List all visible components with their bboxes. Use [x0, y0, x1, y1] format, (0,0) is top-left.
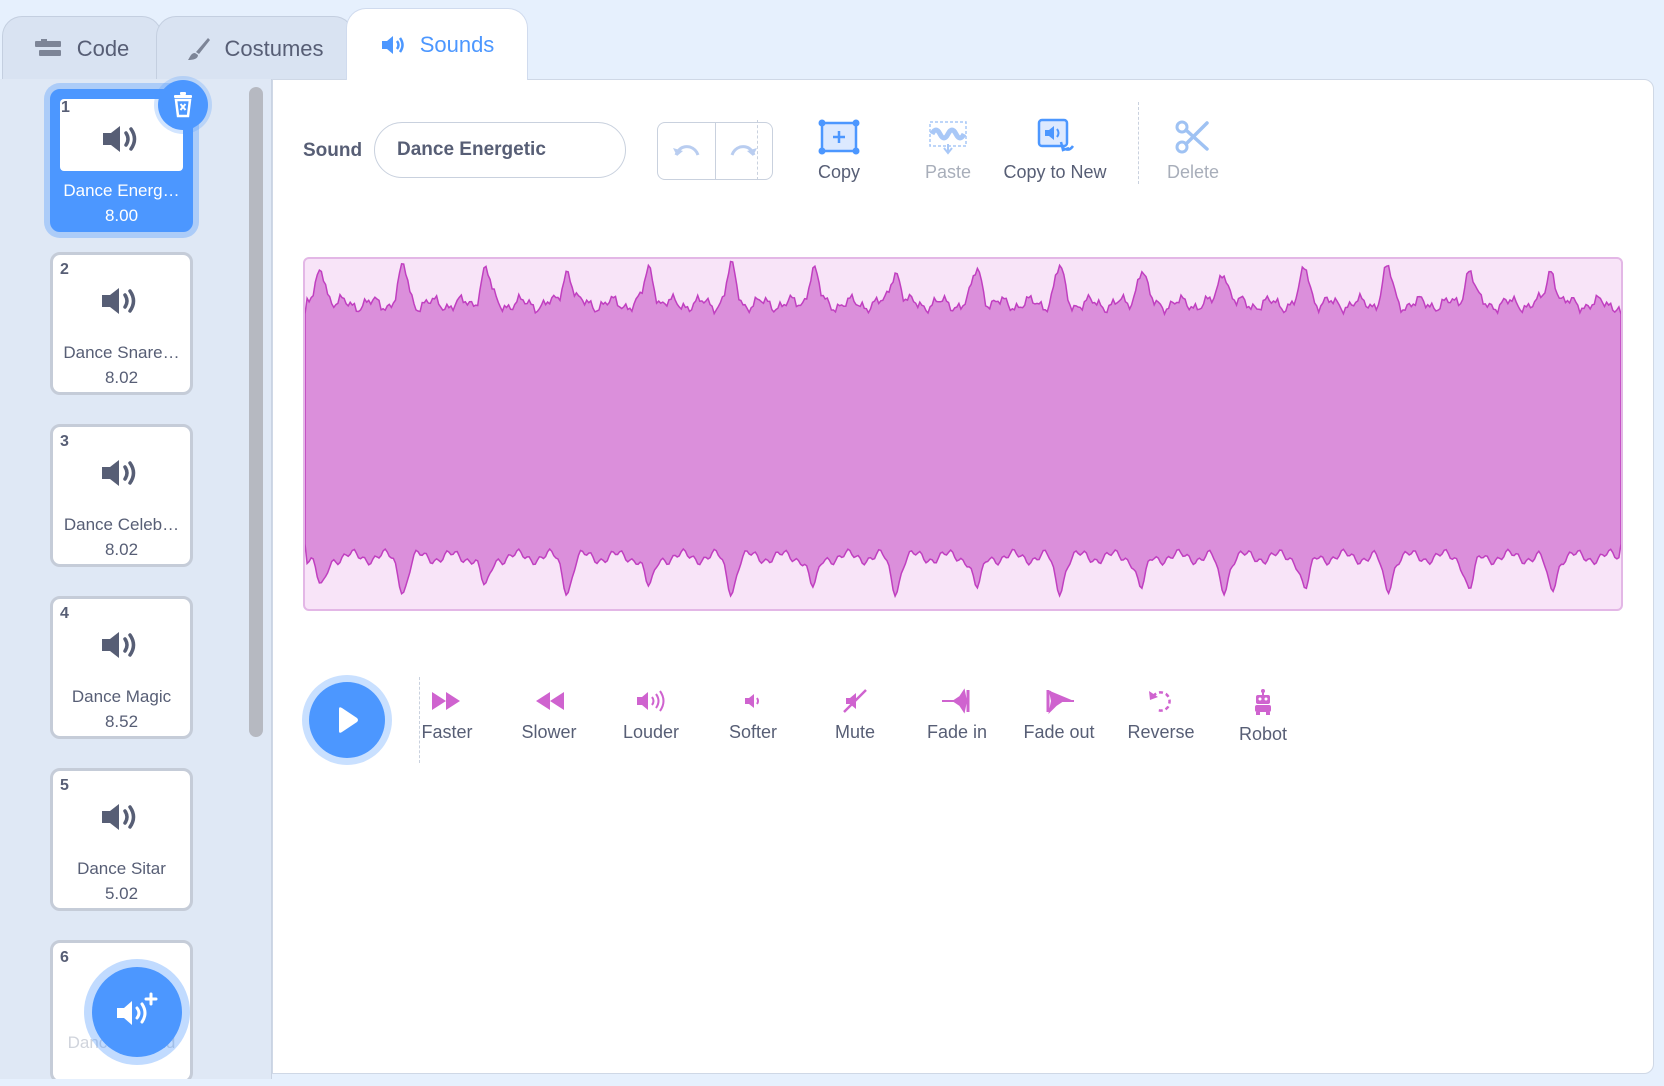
waveform-area[interactable]	[303, 257, 1623, 611]
sound-item[interactable]: 3 Dance Celeb… 8.02	[50, 424, 193, 567]
tab-costumes-label: Costumes	[224, 35, 324, 61]
sound-item-number: 2	[60, 261, 69, 278]
sound-item-number: 6	[60, 949, 69, 966]
sound-name-input[interactable]	[374, 122, 626, 178]
tab-code-label: Code	[76, 35, 130, 61]
effect-softer-button[interactable]: Softer	[703, 688, 803, 743]
tab-code[interactable]: Code	[2, 16, 162, 80]
sound-item-duration: 8.00	[104, 206, 139, 225]
undo-redo-group	[657, 122, 773, 180]
effect-reverse-label: Reverse	[1127, 722, 1195, 742]
sound-item-name: Dance Sitar	[77, 859, 166, 878]
effect-fade-out-button[interactable]: Fade out	[1009, 688, 1109, 743]
brush-icon	[188, 37, 211, 60]
add-sound-icon	[117, 992, 158, 1025]
sound-item-number: 1	[61, 99, 70, 116]
editor-tabs: Code Costumes Sounds	[0, 0, 1664, 80]
play-button[interactable]	[309, 682, 385, 758]
toolbar-divider	[757, 120, 758, 180]
redo-button[interactable]	[714, 123, 773, 179]
sound-item[interactable]: 5 Dance Sitar 5.02	[50, 768, 193, 911]
sound-item-duration: 8.02	[104, 540, 139, 559]
undo-icon	[673, 145, 700, 156]
sound-item[interactable]: 4 Dance Magic 8.52	[50, 596, 193, 739]
speaker-icon	[100, 457, 142, 494]
sound-editor: Sound Copy Paste	[272, 79, 1654, 1074]
tab-sounds[interactable]: Sounds	[346, 8, 528, 80]
undo-button[interactable]	[658, 123, 715, 179]
speaker-icon	[381, 35, 404, 54]
sound-list: 1 Dance Energ… 8.00 2 Dance Snare… 8.02 …	[0, 79, 272, 1079]
speaker-icon	[100, 629, 142, 666]
mute-icon	[843, 689, 867, 713]
effect-slower-button[interactable]: Slower	[499, 688, 599, 743]
rewind-icon	[536, 692, 564, 710]
delete-label: Delete	[1166, 162, 1220, 182]
copy-to-new-label: Copy to New	[1003, 162, 1107, 182]
fade-out-icon	[1046, 690, 1074, 714]
play-icon	[339, 707, 358, 733]
effect-louder-button[interactable]: Louder	[601, 688, 701, 743]
sound-item-duration: 5.02	[104, 884, 139, 903]
effect-softer-label: Softer	[728, 722, 778, 742]
tab-costumes[interactable]: Costumes	[156, 16, 354, 80]
waveform-path	[305, 260, 1621, 599]
sound-item-number: 4	[60, 605, 69, 622]
effect-faster-label: Faster	[421, 722, 473, 742]
sound-name-label: Sound	[303, 140, 363, 161]
paste-label: Paste	[924, 162, 972, 182]
effect-fade-in-button[interactable]: Fade in	[907, 688, 1007, 743]
speaker-icon	[100, 801, 142, 838]
sound-item-duration: 8.52	[104, 712, 139, 731]
add-sound-button[interactable]	[92, 967, 182, 1057]
sound-item-number: 5	[60, 777, 69, 794]
sound-list-scrollbar[interactable]	[249, 87, 263, 737]
effect-louder-label: Louder	[622, 722, 680, 742]
copy-to-new-button[interactable]: Copy to New	[980, 118, 1130, 183]
sound-item[interactable]: 2 Dance Snare… 8.02	[50, 252, 193, 395]
effect-reverse-button[interactable]: Reverse	[1111, 688, 1211, 743]
effect-faster-button[interactable]: Faster	[397, 688, 497, 743]
copy-label: Copy	[817, 162, 861, 182]
effect-fade-out-label: Fade out	[1023, 722, 1095, 742]
speaker-icon	[100, 285, 142, 322]
effect-robot-button[interactable]: Robot	[1213, 688, 1313, 745]
effect-mute-label: Mute	[834, 722, 876, 742]
sound-item-name: Dance Energ…	[63, 181, 180, 200]
copy-button[interactable]: Copy	[779, 118, 899, 183]
sound-item-name: Dance Celeb…	[63, 515, 180, 534]
effect-robot-label: Robot	[1238, 724, 1288, 744]
sound-item-name: Dance Snare…	[63, 343, 180, 362]
trash-icon	[174, 92, 192, 118]
fast-forward-icon	[432, 692, 460, 710]
sound-item-duration: 8.02	[104, 368, 139, 387]
reverse-icon	[1149, 691, 1171, 712]
sound-item-name: Dance Magic	[71, 687, 172, 706]
delete-sound-button[interactable]	[158, 80, 208, 130]
louder-icon	[637, 690, 665, 712]
copy-to-new-icon	[1037, 118, 1075, 152]
effect-slower-label: Slower	[521, 722, 577, 742]
copy-icon	[818, 119, 860, 155]
scissors-icon	[1175, 120, 1209, 154]
effect-fade-in-label: Fade in	[926, 722, 988, 742]
speaker-icon	[101, 123, 143, 160]
paste-icon	[929, 121, 967, 155]
softer-icon	[745, 694, 759, 708]
fade-in-icon	[942, 688, 970, 714]
delete-button[interactable]: Delete	[1133, 118, 1253, 183]
effect-mute-button[interactable]: Mute	[805, 688, 905, 743]
waveform[interactable]	[305, 259, 1621, 609]
tab-sounds-label: Sounds	[419, 31, 495, 57]
code-icon	[34, 38, 61, 56]
redo-icon	[730, 145, 757, 156]
sound-item-number: 3	[60, 433, 69, 450]
robot-icon	[1255, 689, 1271, 715]
